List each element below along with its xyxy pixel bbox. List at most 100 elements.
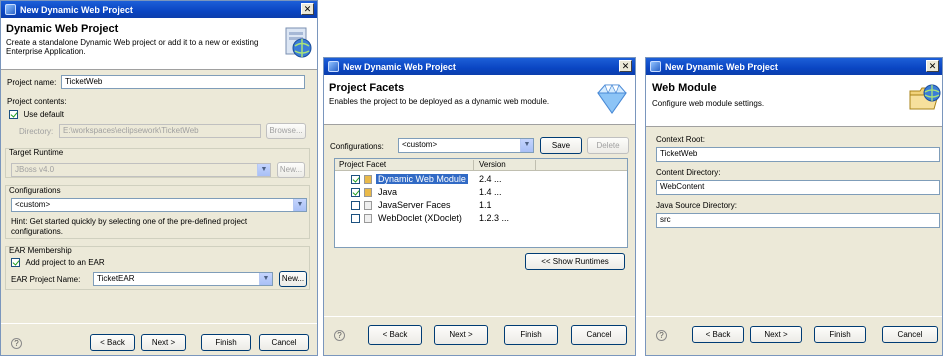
facet-checkbox[interactable]	[351, 201, 360, 210]
facet-name: Java	[378, 187, 398, 197]
chevron-down-icon: ▼	[520, 139, 533, 152]
target-runtime-label: Target Runtime	[9, 148, 64, 157]
next-button[interactable]: Next >	[750, 326, 802, 343]
table-row[interactable]: Java 1.4 ...	[335, 186, 627, 199]
facet-checkbox[interactable]	[351, 214, 360, 223]
back-button[interactable]: < Back	[90, 334, 135, 351]
column-divider	[473, 160, 474, 170]
back-button[interactable]: < Back	[368, 325, 422, 345]
help-icon[interactable]: ?	[656, 330, 667, 341]
java-source-label: Java Source Directory:	[656, 201, 737, 210]
window-title: New Dynamic Web Project	[20, 4, 133, 15]
configurations-select[interactable]: <custom> ▼	[398, 138, 534, 153]
project-contents-label: Project contents:	[7, 97, 67, 106]
chevron-down-icon: ▼	[293, 199, 306, 211]
web-project-icon	[285, 27, 312, 58]
next-button[interactable]: Next >	[434, 325, 488, 345]
banner-title: Dynamic Web Project	[6, 23, 119, 35]
title-bar[interactable]: New Dynamic Web Project ✕	[324, 58, 635, 75]
wizard-banner: Web Module Configure web module settings…	[646, 75, 942, 127]
ear-new-button[interactable]: New...	[279, 271, 307, 287]
add-to-ear-label: Add project to an EAR	[25, 258, 105, 267]
banner-description-line2: Enterprise Application.	[6, 47, 86, 56]
ear-project-name-label: EAR Project Name:	[11, 275, 81, 284]
save-button[interactable]: Save	[540, 137, 582, 154]
project-name-input[interactable]: TicketWeb	[61, 75, 305, 89]
facet-icon	[364, 175, 372, 184]
banner-title: Web Module	[652, 82, 717, 94]
cancel-button[interactable]: Cancel	[259, 334, 309, 351]
browse-button[interactable]: Browse...	[266, 123, 306, 139]
facet-icon	[364, 214, 372, 223]
column-header-facet[interactable]: Project Facet	[339, 160, 386, 169]
ear-membership-label: EAR Membership	[9, 246, 72, 255]
title-bar[interactable]: New Dynamic Web Project ✕	[1, 1, 317, 18]
show-runtimes-button[interactable]: << Show Runtimes	[525, 253, 625, 270]
facet-icon	[364, 188, 372, 197]
configurations-label: Configurations:	[330, 142, 384, 151]
dialog-project-setup: New Dynamic Web Project ✕ Dynamic Web Pr…	[0, 0, 318, 356]
hint-text-line2: configurations.	[11, 227, 64, 236]
context-root-input[interactable]: TicketWeb	[656, 147, 940, 162]
wizard-banner: Project Facets Enables the project to be…	[324, 75, 635, 125]
facet-version: 1.2.3 ...	[479, 213, 510, 223]
back-button[interactable]: < Back	[692, 326, 744, 343]
table-row[interactable]: Dynamic Web Module 2.4 ...	[335, 173, 627, 186]
hint-text-line1: Hint: Get started quickly by selecting o…	[11, 217, 248, 226]
content-directory-input[interactable]: WebContent	[656, 180, 940, 195]
facet-checkbox[interactable]	[351, 175, 360, 184]
content-directory-label: Content Directory:	[656, 168, 721, 177]
column-divider	[535, 160, 536, 170]
facets-table: Project Facet Version Dynamic Web Module…	[334, 158, 628, 248]
next-button[interactable]: Next >	[141, 334, 186, 351]
close-icon[interactable]: ✕	[926, 60, 939, 72]
cancel-button[interactable]: Cancel	[571, 325, 627, 345]
target-runtime-select[interactable]: JBoss v4.0 ▼	[11, 163, 271, 177]
close-icon[interactable]: ✕	[301, 3, 314, 15]
configurations-select[interactable]: <custom> ▼	[11, 198, 307, 212]
table-row[interactable]: JavaServer Faces 1.1	[335, 199, 627, 212]
dialog-web-module: New Dynamic Web Project ✕ Web Module Con…	[645, 57, 943, 356]
eclipse-app-icon	[5, 4, 16, 15]
add-to-ear-checkbox[interactable]: Add project to an EAR	[11, 257, 105, 268]
facet-name: JavaServer Faces	[378, 200, 451, 210]
configurations-value: <custom>	[402, 140, 438, 149]
runtime-new-button[interactable]: New...	[277, 162, 305, 178]
delete-button[interactable]: Delete	[587, 137, 629, 154]
facet-name: WebDoclet (XDoclet)	[378, 213, 462, 223]
close-icon[interactable]: ✕	[619, 60, 632, 72]
configurations-value: <custom>	[15, 200, 51, 209]
facet-checkbox[interactable]	[351, 188, 360, 197]
title-bar[interactable]: New Dynamic Web Project ✕	[646, 58, 942, 75]
context-root-label: Context Root:	[656, 135, 705, 144]
window-title: New Dynamic Web Project	[665, 61, 778, 72]
cancel-button[interactable]: Cancel	[882, 326, 938, 343]
ear-project-select[interactable]: TicketEAR ▼	[93, 272, 273, 286]
facet-name: Dynamic Web Module	[376, 174, 468, 184]
target-runtime-value: JBoss v4.0	[15, 165, 55, 174]
dialog-project-facets: New Dynamic Web Project ✕ Project Facets…	[323, 57, 636, 356]
project-name-label: Project name:	[7, 78, 57, 87]
directory-input[interactable]: E:\workspaces\eclipsework\TicketWeb	[59, 124, 261, 138]
help-icon[interactable]: ?	[11, 338, 22, 349]
column-header-version[interactable]: Version	[479, 160, 506, 169]
checkbox-icon	[9, 110, 18, 120]
help-icon[interactable]: ?	[334, 330, 345, 341]
banner-description: Enables the project to be deployed as a …	[329, 97, 550, 106]
finish-button[interactable]: Finish	[201, 334, 251, 351]
wizard-banner: Dynamic Web Project Create a standalone …	[1, 18, 317, 70]
banner-description-line1: Create a standalone Dynamic Web project …	[6, 38, 259, 47]
directory-label: Directory:	[19, 127, 54, 136]
finish-button[interactable]: Finish	[504, 325, 558, 345]
facet-version: 2.4 ...	[479, 174, 502, 184]
use-default-checkbox[interactable]: Use default	[9, 109, 64, 120]
footer-separator	[324, 316, 635, 317]
use-default-label: Use default	[23, 110, 64, 119]
table-row[interactable]: WebDoclet (XDoclet) 1.2.3 ...	[335, 212, 627, 225]
checkbox-icon	[11, 258, 20, 268]
folder-globe-icon	[909, 84, 941, 110]
diamond-facet-icon	[597, 84, 627, 114]
facet-icon	[364, 201, 372, 210]
finish-button[interactable]: Finish	[814, 326, 866, 343]
java-source-input[interactable]: src	[656, 213, 940, 228]
